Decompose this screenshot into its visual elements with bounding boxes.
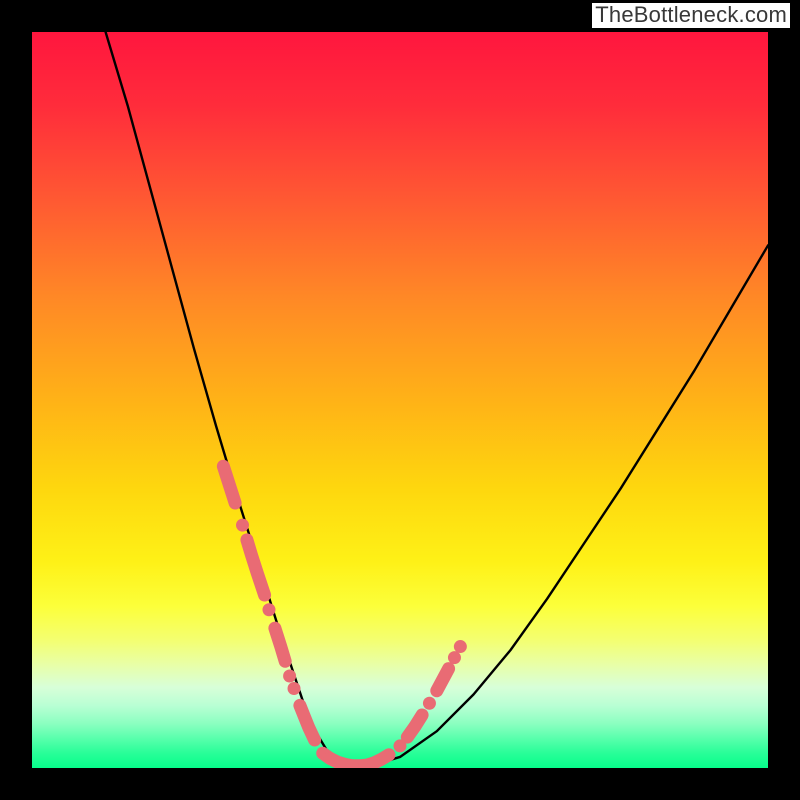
necklace-dot bbox=[262, 603, 275, 616]
necklace-segment bbox=[247, 540, 265, 595]
necklace-dot bbox=[423, 697, 436, 710]
plot-area bbox=[32, 32, 768, 768]
necklace-dot bbox=[236, 519, 249, 532]
necklace-dot bbox=[283, 670, 296, 683]
necklace-segment bbox=[407, 715, 422, 737]
necklace-segment bbox=[275, 628, 285, 661]
watermark-label: TheBottleneck.com bbox=[592, 3, 790, 28]
chart-stage: TheBottleneck.com bbox=[0, 0, 800, 800]
necklace-dot bbox=[288, 682, 301, 695]
necklace-dot bbox=[324, 752, 337, 765]
chart-svg bbox=[32, 32, 768, 768]
necklace-segment bbox=[223, 466, 235, 503]
necklace-dot bbox=[448, 651, 461, 664]
necklace-segment bbox=[300, 705, 315, 740]
necklace-dot bbox=[454, 640, 467, 653]
necklace-segment bbox=[437, 669, 449, 691]
bottleneck-curve bbox=[106, 32, 768, 768]
necklace-overlay bbox=[223, 466, 466, 768]
